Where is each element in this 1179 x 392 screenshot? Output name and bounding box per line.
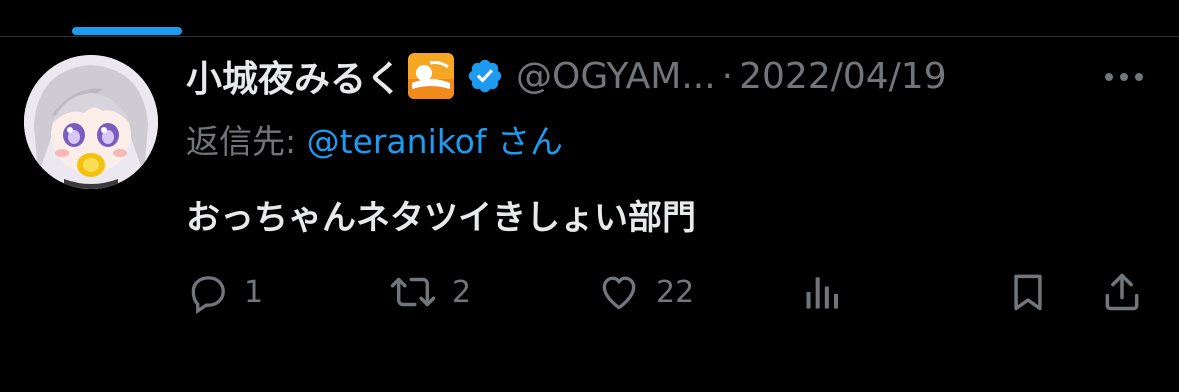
tweet-view: 小城夜みるく @OGYAM... · 2022/04/19 返信先: @tera… bbox=[0, 0, 1179, 392]
share-button[interactable] bbox=[1100, 270, 1144, 314]
sunrise-icon bbox=[408, 53, 455, 99]
avatar-image bbox=[24, 55, 158, 189]
top-tab-bar bbox=[0, 0, 1179, 37]
like-count: 22 bbox=[656, 274, 695, 310]
bookmark-button[interactable] bbox=[1006, 270, 1050, 314]
reply-count: 1 bbox=[244, 274, 264, 310]
display-name[interactable]: 小城夜みるく bbox=[186, 50, 402, 102]
tab-indicator bbox=[72, 27, 182, 35]
replying-to: 返信先: @teranikof さん bbox=[186, 115, 563, 161]
retweet-icon bbox=[390, 277, 436, 307]
separator-dot: · bbox=[721, 55, 734, 97]
reply-label: 返信先: bbox=[186, 122, 297, 161]
analytics-icon bbox=[806, 277, 839, 309]
reply-button[interactable]: 1 bbox=[186, 270, 263, 314]
more-options-icon[interactable] bbox=[1104, 72, 1144, 82]
tweet-text: おっちゃんネタツイきしょい部門 bbox=[186, 198, 696, 238]
retweet-button[interactable]: 2 bbox=[388, 270, 471, 314]
reply-suffix: さん bbox=[496, 122, 563, 161]
reply-mention-link[interactable]: @teranikof bbox=[307, 122, 487, 161]
avatar[interactable] bbox=[24, 55, 158, 189]
retweet-count: 2 bbox=[452, 274, 472, 310]
tweet-date[interactable]: 2022/04/19 bbox=[739, 56, 947, 97]
verified-badge-icon[interactable] bbox=[466, 57, 504, 95]
reply-icon bbox=[191, 276, 225, 314]
tweet-header: 小城夜みるく @OGYAM... · 2022/04/19 bbox=[186, 50, 1156, 102]
like-button[interactable]: 22 bbox=[596, 270, 694, 314]
user-handle[interactable]: @OGYAM... bbox=[516, 56, 716, 97]
views-button[interactable] bbox=[800, 270, 846, 314]
bookmark-icon bbox=[1014, 274, 1042, 311]
heart-icon bbox=[602, 276, 636, 310]
share-icon bbox=[1105, 273, 1139, 311]
